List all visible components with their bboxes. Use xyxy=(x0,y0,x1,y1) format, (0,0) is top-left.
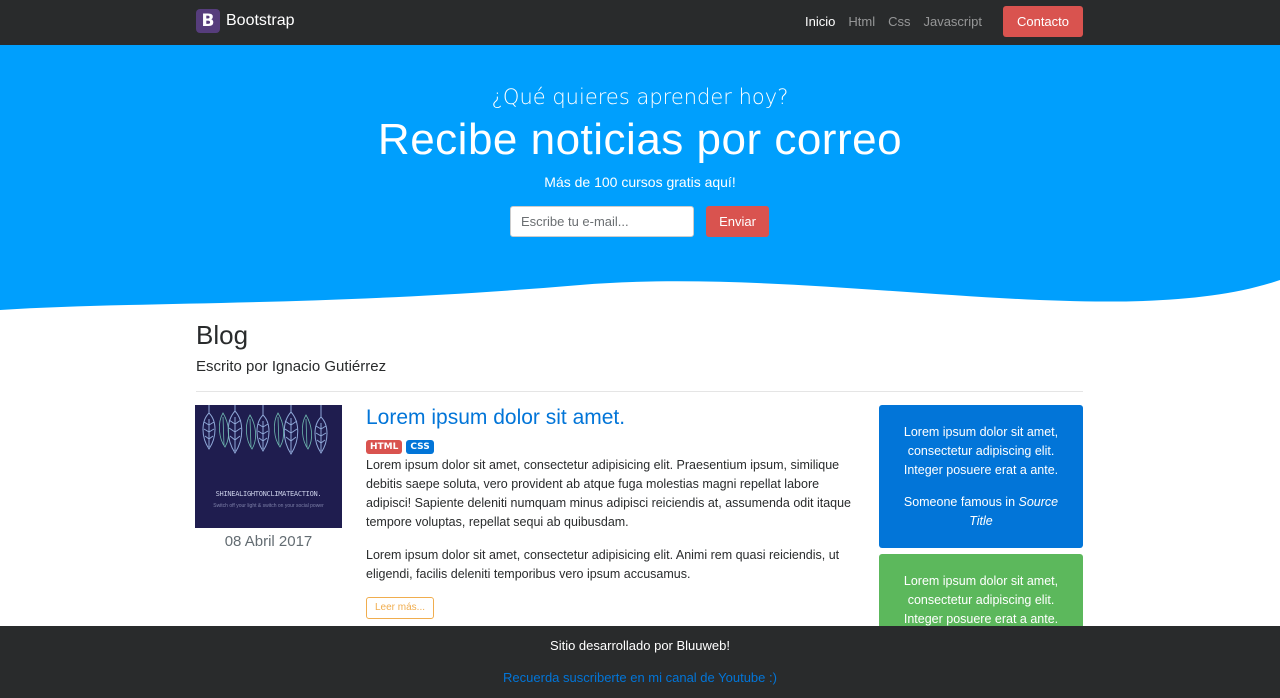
post-paragraph-2: Lorem ipsum dolor sit amet, consectetur … xyxy=(366,548,840,581)
post-date: 08 Abril 2017 xyxy=(224,533,313,550)
navbar: B Bootstrap Inicio Html Css Javascript C… xyxy=(0,0,1280,45)
nav-link-javascript[interactable]: Javascript xyxy=(923,14,982,29)
leaves-illustration-icon xyxy=(202,405,328,455)
brand-name: Bootstrap xyxy=(226,12,295,29)
nav-links: Inicio Html Css Javascript xyxy=(805,14,995,29)
quote-citation: Someone famous in Source Title xyxy=(891,493,1071,531)
post-image-caption: SHINEALIGHTONCLIMATEACTION. xyxy=(215,490,322,498)
quote-citation-prefix: Someone famous in xyxy=(903,495,1019,509)
post-title-link[interactable]: Lorem ipsum dolor sit amet. xyxy=(366,406,625,430)
badge-css: CSS xyxy=(406,440,434,454)
read-more-button[interactable]: Leer más... xyxy=(366,597,434,619)
hero-question: ¿Qué quieres aprender hoy? xyxy=(491,85,789,109)
bootstrap-logo-icon: B xyxy=(196,9,220,33)
email-input[interactable] xyxy=(510,206,694,237)
divider xyxy=(196,391,1083,392)
quote-text: Lorem ipsum dolor sit amet, consectetur … xyxy=(903,574,1059,626)
nav-link-inicio[interactable]: Inicio xyxy=(805,14,835,29)
quote-card-blue: Lorem ipsum dolor sit amet, consectetur … xyxy=(879,405,1083,548)
post-image: SHINEALIGHTONCLIMATEACTION. Switch off y… xyxy=(195,405,342,528)
footer: Sitio desarrollado por Bluuweb! Recuerda… xyxy=(0,626,1280,698)
blog-title: Blog xyxy=(196,320,249,350)
nav-link-html[interactable]: Html xyxy=(848,14,875,29)
hero-title: Recibe noticias por correo xyxy=(377,115,903,164)
youtube-link[interactable]: Recuerda suscriberte en mi canal de Yout… xyxy=(503,670,777,685)
hero-section: ¿Qué quieres aprender hoy? Recibe notici… xyxy=(0,45,1280,325)
badge-html: HTML xyxy=(366,440,403,454)
nav-link-css[interactable]: Css xyxy=(888,14,910,29)
send-button[interactable]: Enviar xyxy=(706,206,769,237)
post-paragraph-1: Lorem ipsum dolor sit amet, consectetur … xyxy=(366,458,851,529)
navbar-brand[interactable]: B Bootstrap xyxy=(196,9,294,33)
contact-button[interactable]: Contacto xyxy=(1003,6,1083,37)
footer-credit: Sitio desarrollado por Bluuweb! xyxy=(550,638,730,653)
footer-youtube: Recuerda suscriberte en mi canal de Yout… xyxy=(0,670,1280,685)
blog-author: Escrito por Ignacio Gutiérrez xyxy=(196,358,387,375)
quote-text: Lorem ipsum dolor sit amet, consectetur … xyxy=(903,425,1059,477)
post-badges: HTML CSS xyxy=(366,440,434,454)
post-image-subcaption: Switch off your light & switch on your s… xyxy=(213,503,324,509)
hero-lead: Más de 100 cursos gratis aquí! xyxy=(544,174,736,190)
